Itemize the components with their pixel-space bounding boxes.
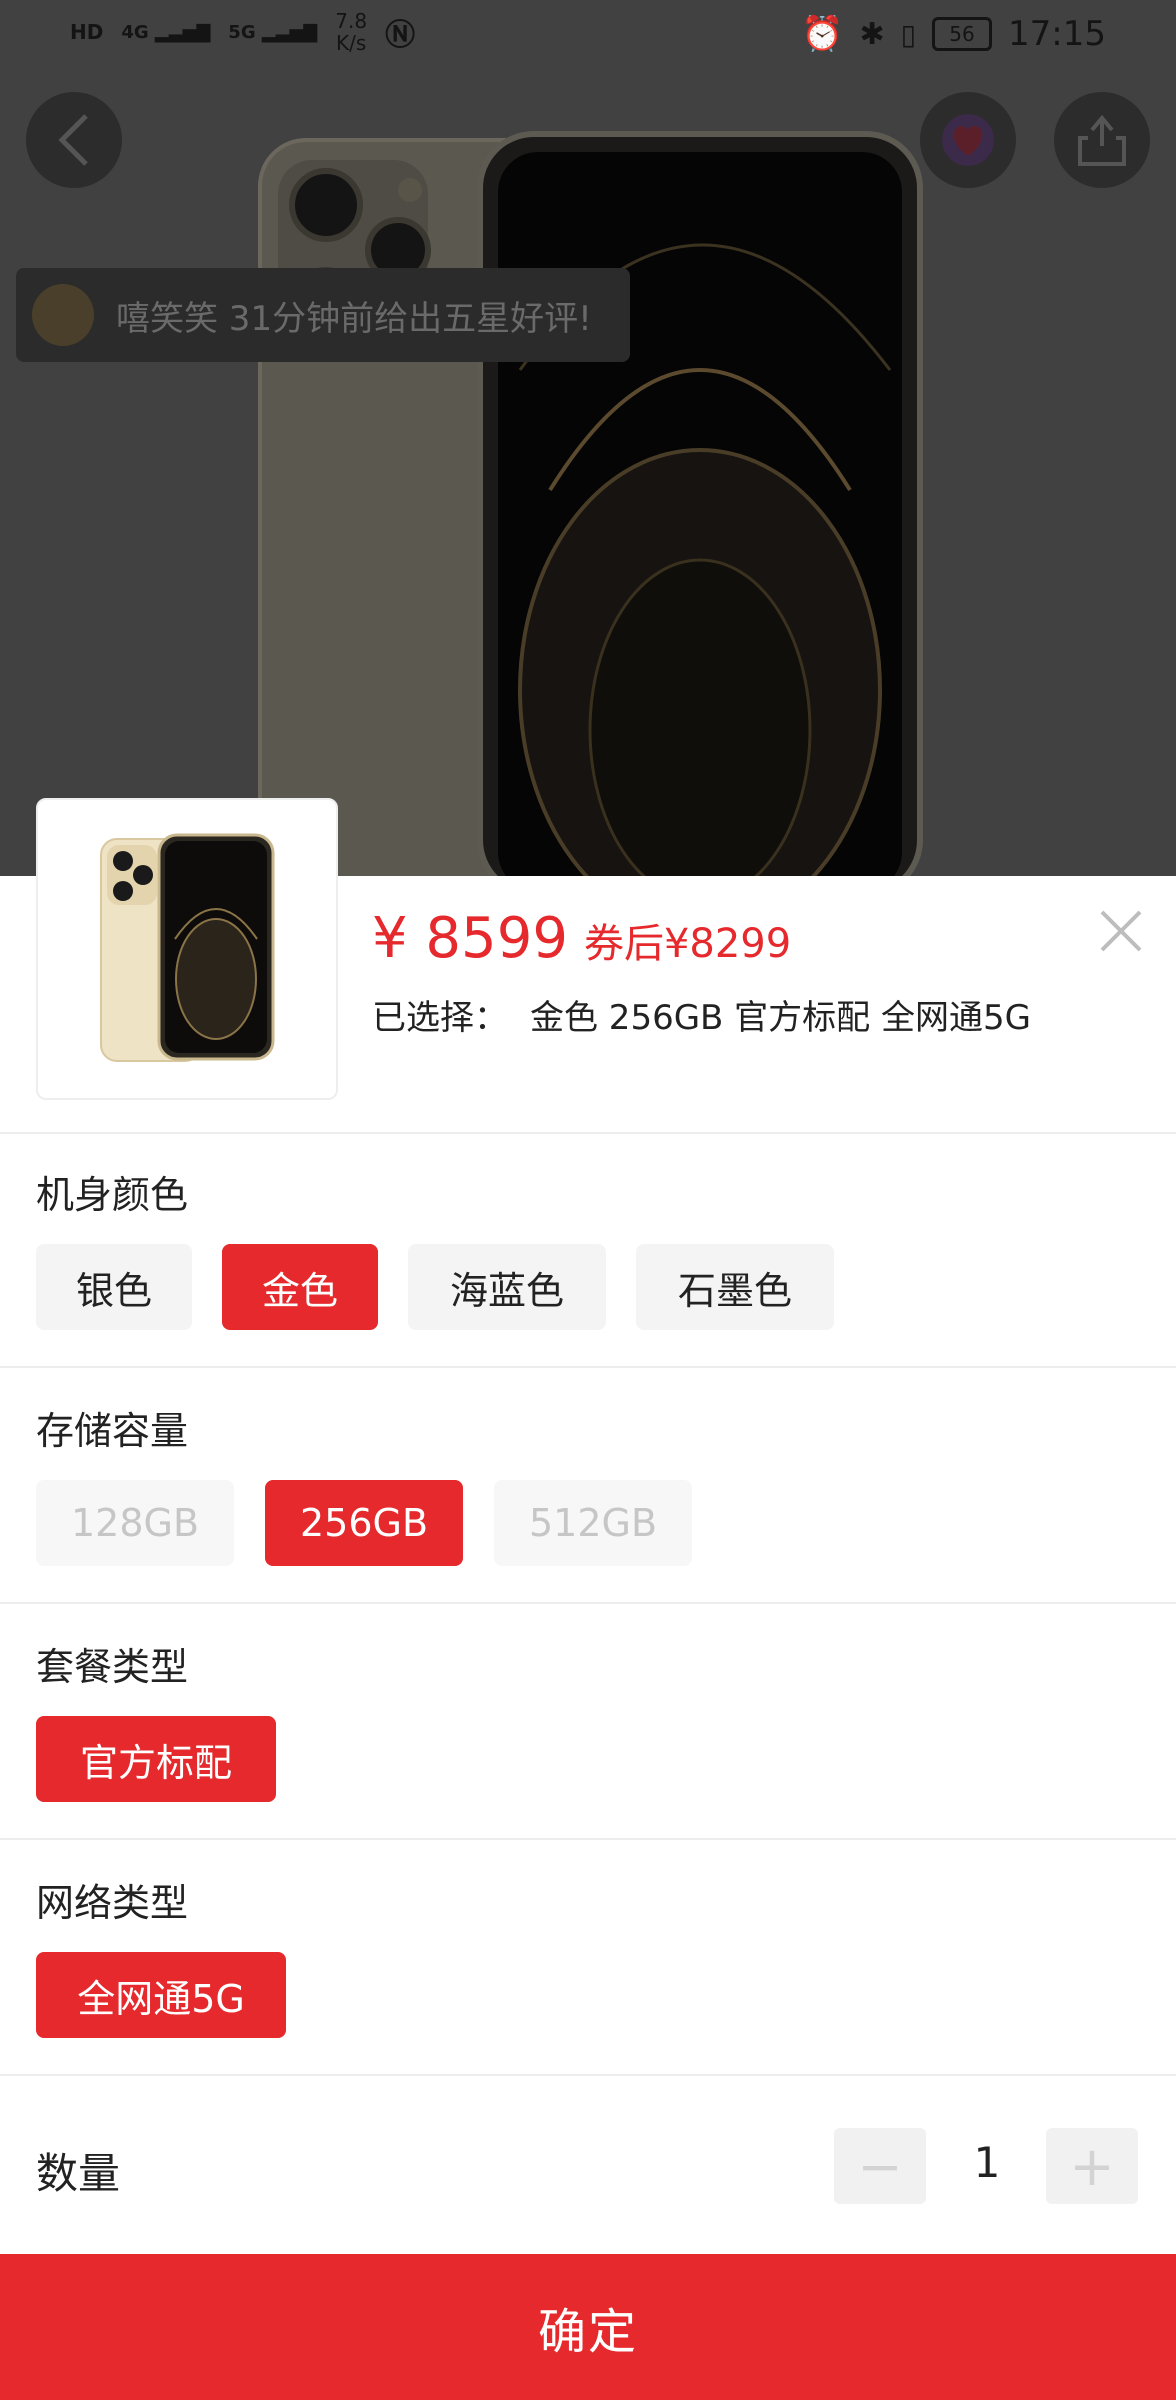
color-option-graphite[interactable]: 石墨色: [636, 1244, 834, 1330]
battery-indicator: 56: [932, 17, 993, 51]
status-right: ⏰ ✱ ▯ 56 17:15: [801, 14, 1106, 54]
divider: [0, 2074, 1176, 2076]
vibrate-icon: ▯: [900, 17, 917, 51]
bluetooth-icon: ✱: [859, 16, 885, 52]
product-thumbnail-image: [100, 833, 275, 1062]
section-title-color: 机身颜色: [36, 1173, 189, 1217]
alarm-icon: ⏰: [801, 14, 844, 54]
divider: [0, 1838, 1176, 1840]
section-title-network: 网络类型: [36, 1881, 189, 1925]
price: ¥ 8599: [372, 906, 568, 971]
price-row: ¥ 8599 券后¥8299: [372, 906, 791, 971]
storage-option-512gb[interactable]: 512GB: [494, 1480, 692, 1566]
coupon-price: 券后¥8299: [583, 921, 792, 967]
section-title-package: 套餐类型: [36, 1645, 189, 1689]
quantity-label: 数量: [36, 2149, 121, 2198]
network-speed: 7.8 K/s: [335, 9, 368, 55]
storage-option-256gb[interactable]: 256GB: [265, 1480, 463, 1566]
product-hero-image: [258, 131, 923, 876]
signal-5g-icon: 5G ▂▃▅▇: [228, 21, 318, 43]
share-icon: [1078, 114, 1126, 166]
minus-icon: −: [857, 2134, 903, 2198]
package-option-official[interactable]: 官方标配: [36, 1716, 276, 1802]
color-option-pacific-blue[interactable]: 海蓝色: [408, 1244, 606, 1330]
heart-icon: [942, 114, 994, 166]
nfc-icon: Ⓝ: [385, 18, 416, 53]
avatar: [32, 284, 94, 346]
network-option-5g[interactable]: 全网通5G: [36, 1952, 286, 2038]
color-option-silver[interactable]: 银色: [36, 1244, 192, 1330]
quantity-value[interactable]: 1: [940, 2138, 1034, 2187]
divider: [0, 1366, 1176, 1368]
signal-4g-icon: 4G ▂▃▅▇: [121, 21, 211, 43]
storage-option-128gb[interactable]: 128GB: [36, 1480, 234, 1566]
close-icon: [1100, 910, 1142, 952]
quantity-decrease-button[interactable]: −: [834, 2128, 926, 2204]
selected-value: 金色 256GB 官方标配 全网通5G: [530, 998, 1031, 1038]
confirm-button[interactable]: 确定: [0, 2254, 1176, 2400]
favorite-button[interactable]: [920, 92, 1016, 188]
selected-label: 已选择：: [372, 998, 508, 1038]
hd-indicator: HD: [70, 20, 104, 44]
divider: [0, 1602, 1176, 1604]
status-left: HD 4G ▂▃▅▇ 5G ▂▃▅▇ 7.8 K/s Ⓝ: [70, 10, 415, 54]
quantity-increase-button[interactable]: +: [1046, 2128, 1138, 2204]
divider: [0, 1132, 1176, 1134]
product-page-background: HD 4G ▂▃▅▇ 5G ▂▃▅▇ 7.8 K/s Ⓝ ⏰ ✱ ▯ 56 17…: [0, 0, 1176, 876]
review-toast: 嘻笑笑 31分钟前给出五星好评!: [16, 268, 630, 362]
selected-summary: 已选择： 金色 256GB 官方标配 全网通5G: [372, 990, 1031, 1039]
status-bar: HD 4G ▂▃▅▇ 5G ▂▃▅▇ 7.8 K/s Ⓝ ⏰ ✱ ▯ 56 17…: [0, 0, 1176, 72]
back-button[interactable]: [26, 92, 122, 188]
product-thumbnail: [36, 798, 338, 1100]
close-button[interactable]: [1094, 904, 1148, 958]
section-title-storage: 存储容量: [36, 1409, 189, 1453]
back-icon: [58, 114, 88, 166]
review-toast-text: 嘻笑笑 31分钟前给出五星好评!: [116, 298, 592, 339]
color-option-gold[interactable]: 金色: [222, 1244, 378, 1330]
share-button[interactable]: [1054, 92, 1150, 188]
clock: 17:15: [1008, 14, 1106, 54]
plus-icon: +: [1069, 2134, 1115, 2198]
